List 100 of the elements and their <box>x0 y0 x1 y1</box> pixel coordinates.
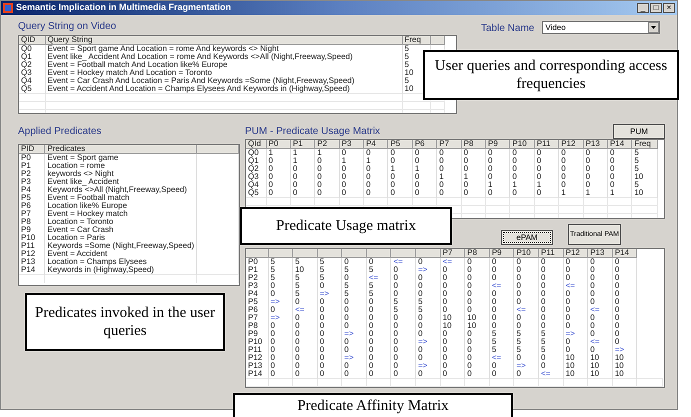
table-cell: 0 <box>390 156 395 165</box>
callout-box: User queries and corresponding access frequencies <box>423 50 679 100</box>
table-cell: Q3 <box>21 68 32 77</box>
table-cell: 0 <box>590 265 595 274</box>
table-cell: 0 <box>366 172 371 181</box>
table-cell: 5 <box>295 289 300 298</box>
table-cell: P6 <box>21 201 31 210</box>
table-cell: 1 <box>464 172 468 181</box>
table-cell: 0 <box>393 313 398 322</box>
table-cell: 5 <box>270 257 275 266</box>
table-cell: 10 <box>590 361 600 370</box>
table-cell: Q0 <box>248 148 259 157</box>
table-cell: 0 <box>295 345 300 354</box>
arrow-mark: => <box>418 265 428 274</box>
section-title: Query String on Video <box>18 20 118 34</box>
table-cell: Event = Hockey match <box>47 209 128 218</box>
table-cell: 10 <box>404 68 414 77</box>
table-cell: 0 <box>541 257 546 266</box>
window-control[interactable]: × <box>663 3 675 13</box>
table-cell: 0 <box>442 345 448 354</box>
table-cell: 0 <box>366 180 371 189</box>
table-cell: P7 <box>21 209 31 218</box>
table-cell: P10 <box>248 337 262 346</box>
callout-box: Predicates invoked in the user queries <box>25 293 225 351</box>
column-header: Query String <box>48 36 92 44</box>
table-cell: Q2 <box>248 164 259 173</box>
table-cell: 0 <box>344 257 349 266</box>
arrow-mark: => <box>614 345 624 354</box>
table-cell: 0 <box>488 148 492 157</box>
arrow-mark: => <box>566 329 575 338</box>
callout-box: Predicate Usage matrix <box>240 207 452 245</box>
table-cell: 5 <box>418 297 423 306</box>
table-cell: 0 <box>492 361 496 370</box>
table-cell: 0 <box>610 172 614 181</box>
table-cell: Q1 <box>21 52 32 61</box>
table-cell: Event like_ Accident And Location = rome And Keywords <>All (Night,Freeway,Speed) <box>48 52 353 61</box>
table-select[interactable]: Video <box>542 21 660 34</box>
epam-button[interactable]: ePAM <box>501 230 553 245</box>
arrow-mark: => <box>418 337 428 346</box>
table-cell: 0 <box>512 164 517 173</box>
table-cell: 0 <box>516 313 521 322</box>
table-cell: 0 <box>418 329 423 338</box>
table-cell: 0 <box>566 289 570 298</box>
table-cell: 0 <box>566 313 570 322</box>
table-cell: 5 <box>295 273 300 282</box>
column-header: P9 <box>492 249 502 257</box>
table-cell: 0 <box>586 164 590 173</box>
table-cell: 0 <box>442 281 448 290</box>
table-cell: Q0 <box>21 44 32 53</box>
table-cell: 0 <box>541 305 546 314</box>
table-cell: 0 <box>366 188 371 197</box>
table-cell: 0 <box>368 257 374 266</box>
table-cell: 0 <box>541 313 546 322</box>
table-cell: 0 <box>295 353 300 362</box>
table-cell: 5 <box>634 148 639 157</box>
arrow-mark: => <box>516 361 526 370</box>
callout-box: Predicate Affinity Matrix <box>233 393 513 417</box>
column-header: P12 <box>561 140 576 148</box>
table-cell: 0 <box>270 361 275 370</box>
table-cell: P8 <box>21 217 31 226</box>
table-cell: 0 <box>393 353 398 362</box>
table-cell: 5 <box>368 281 374 290</box>
column-header: P4 <box>366 140 376 148</box>
table-cell: 0 <box>393 273 398 282</box>
table-cell: P13 <box>21 257 36 266</box>
table-cell: P3 <box>248 281 258 290</box>
table-cell: 0 <box>414 188 420 197</box>
window-control[interactable]: _ <box>637 3 649 13</box>
table-cell: 0 <box>393 265 398 274</box>
table-cell: 0 <box>467 273 472 282</box>
table-cell: P0 <box>248 257 258 266</box>
table-cell: P7 <box>248 313 258 322</box>
window-control[interactable]: □ <box>650 3 662 13</box>
table-cell: 1 <box>439 172 444 181</box>
table-cell: 0 <box>270 353 275 362</box>
table-cell: 0 <box>368 369 374 378</box>
table-cell: 0 <box>442 289 448 298</box>
table-cell: 0 <box>268 156 273 165</box>
table-cell: 0 <box>566 257 570 266</box>
pum-button[interactable]: PUM <box>613 124 665 139</box>
table-cell: 5 <box>634 180 639 189</box>
table-cell: 0 <box>366 148 371 157</box>
table-cell: 0 <box>292 164 298 173</box>
table-cell: 5 <box>393 305 398 314</box>
table-cell: 5 <box>368 265 374 274</box>
table-cell: 0 <box>614 329 620 338</box>
column-header: P10 <box>512 140 527 148</box>
table-cell: Q1 <box>248 156 259 165</box>
table-cell: Location = Paris <box>47 233 105 242</box>
table-cell: 0 <box>393 361 398 370</box>
table-cell: 0 <box>320 345 324 354</box>
arrow-mark: <= <box>590 305 600 314</box>
table-cell: 0 <box>536 164 542 173</box>
table-cell: 0 <box>268 180 273 189</box>
table-cell: 0 <box>467 345 472 354</box>
table-cell: 0 <box>390 188 395 197</box>
table-cell: 1 <box>366 156 371 165</box>
table-cell: 0 <box>368 321 374 330</box>
table-cell: 10 <box>467 313 476 322</box>
table-cell: 0 <box>368 361 374 370</box>
